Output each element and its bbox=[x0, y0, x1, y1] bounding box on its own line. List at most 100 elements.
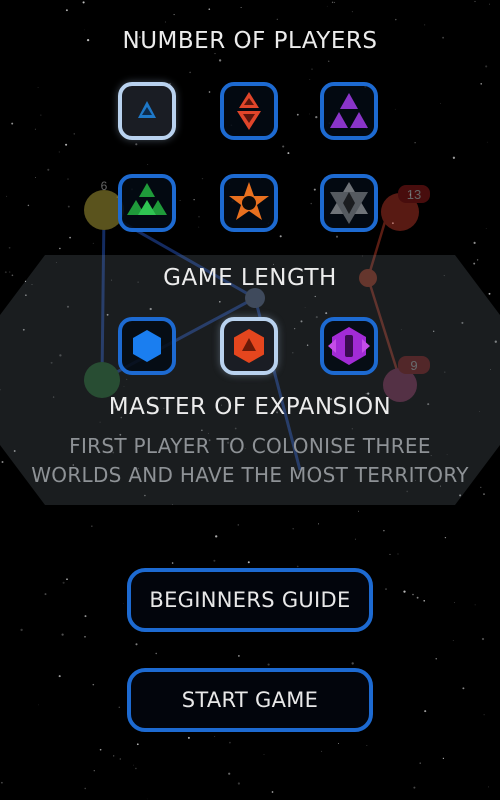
players-2-button[interactable] bbox=[220, 82, 278, 140]
star bbox=[58, 151, 60, 153]
star bbox=[267, 663, 270, 666]
star bbox=[383, 529, 385, 532]
game-length-long-button[interactable] bbox=[320, 317, 378, 375]
star bbox=[59, 247, 61, 250]
star bbox=[201, 177, 204, 180]
star bbox=[474, 0, 476, 3]
star bbox=[440, 103, 441, 104]
planet-badge-6: 6 bbox=[101, 179, 108, 193]
star bbox=[65, 143, 68, 146]
star bbox=[485, 65, 488, 68]
star bbox=[351, 11, 353, 13]
players-6-button[interactable] bbox=[320, 174, 378, 232]
one-triangle-icon bbox=[138, 101, 156, 118]
star bbox=[187, 736, 190, 739]
star bbox=[334, 1, 336, 3]
star bbox=[485, 228, 487, 229]
star bbox=[263, 754, 265, 755]
star bbox=[93, 770, 95, 772]
star bbox=[20, 628, 23, 632]
star bbox=[133, 764, 134, 766]
players-4-button[interactable] bbox=[118, 174, 176, 232]
star bbox=[313, 188, 316, 191]
star bbox=[414, 142, 416, 144]
star bbox=[40, 114, 42, 116]
star bbox=[84, 635, 86, 638]
star bbox=[486, 141, 488, 143]
star bbox=[173, 14, 175, 16]
three-triangles-icon bbox=[330, 93, 368, 128]
star bbox=[27, 204, 30, 207]
players-3-button[interactable] bbox=[320, 82, 378, 140]
star bbox=[452, 640, 454, 641]
star bbox=[327, 60, 330, 63]
game-length-title: GAME LENGTH bbox=[163, 265, 337, 291]
star bbox=[198, 226, 200, 228]
star bbox=[47, 168, 50, 171]
star bbox=[119, 758, 121, 760]
players-5-button[interactable] bbox=[220, 174, 278, 232]
star bbox=[66, 578, 68, 581]
star bbox=[424, 710, 427, 713]
game-length-medium-button[interactable] bbox=[220, 317, 278, 375]
star bbox=[412, 593, 414, 596]
star bbox=[11, 122, 14, 125]
star bbox=[237, 524, 240, 526]
star bbox=[99, 748, 102, 751]
players-1-button[interactable] bbox=[118, 82, 176, 140]
four-triangles-icon bbox=[127, 183, 167, 215]
star bbox=[238, 655, 240, 657]
star bbox=[481, 637, 485, 641]
star bbox=[215, 535, 218, 538]
star bbox=[282, 145, 285, 148]
beginners-guide-button[interactable]: BEGINNERS GUIDE bbox=[127, 568, 373, 632]
star bbox=[310, 202, 312, 205]
star bbox=[69, 236, 71, 239]
star bbox=[395, 18, 397, 21]
star bbox=[8, 246, 11, 249]
star bbox=[193, 199, 195, 201]
star bbox=[146, 798, 148, 800]
star bbox=[318, 523, 319, 525]
star bbox=[279, 235, 282, 238]
star bbox=[287, 152, 290, 155]
star bbox=[237, 782, 241, 785]
star bbox=[403, 590, 406, 593]
star bbox=[480, 83, 482, 85]
star bbox=[171, 562, 174, 564]
star bbox=[315, 115, 318, 119]
start-game-button[interactable]: START GAME bbox=[127, 668, 373, 732]
number-of-players-title: NUMBER OF PLAYERS bbox=[122, 28, 378, 54]
star bbox=[84, 615, 87, 618]
game-length-short-button[interactable] bbox=[118, 317, 176, 375]
purple-hexagon-icon bbox=[328, 327, 370, 365]
star bbox=[435, 658, 437, 660]
star bbox=[228, 772, 231, 775]
star bbox=[296, 113, 299, 116]
star bbox=[213, 559, 216, 562]
star bbox=[473, 241, 476, 244]
two-triangles-icon bbox=[237, 92, 261, 130]
star bbox=[276, 18, 278, 20]
star bbox=[397, 553, 399, 555]
star bbox=[155, 652, 157, 655]
star bbox=[92, 242, 94, 244]
star bbox=[118, 706, 121, 709]
star bbox=[309, 113, 311, 115]
star bbox=[61, 633, 64, 636]
star bbox=[452, 156, 456, 159]
star bbox=[84, 787, 86, 790]
star bbox=[44, 593, 47, 596]
game-mode-title: MASTER OF EXPANSION bbox=[108, 394, 392, 420]
star bbox=[189, 71, 191, 74]
star bbox=[214, 736, 216, 737]
star bbox=[73, 133, 75, 135]
star bbox=[198, 215, 200, 218]
star bbox=[424, 24, 426, 26]
star bbox=[366, 745, 368, 746]
star bbox=[135, 767, 137, 770]
planet-badge-13: 13 bbox=[407, 187, 421, 202]
star bbox=[218, 59, 222, 62]
star bbox=[1, 781, 3, 784]
star bbox=[423, 599, 426, 602]
